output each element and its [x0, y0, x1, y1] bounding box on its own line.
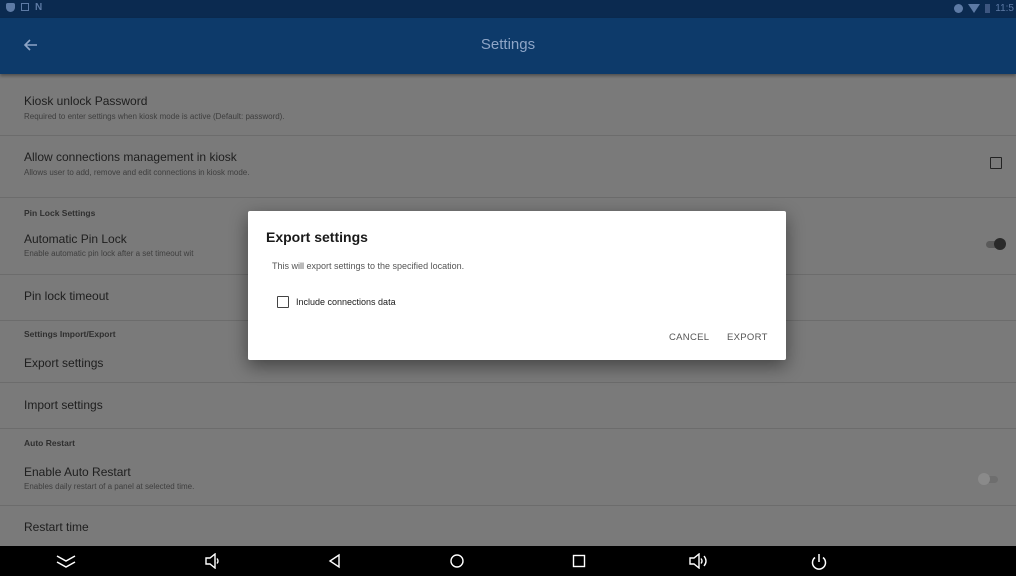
recents-icon[interactable] — [571, 553, 589, 569]
setting-auto-restart[interactable]: Enable Auto Restart Enables daily restar… — [0, 453, 1016, 506]
battery-icon — [985, 4, 991, 13]
setting-title: Pin lock timeout — [24, 289, 109, 303]
status-time: 11:5 — [995, 3, 1014, 14]
status-bar: N 11:5 — [0, 0, 1016, 18]
setting-title: Restart time — [24, 520, 89, 534]
home-icon[interactable] — [449, 553, 467, 569]
volume-down-icon[interactable] — [204, 552, 222, 570]
section-header: Auto Restart — [24, 438, 76, 448]
include-connections-checkbox[interactable] — [277, 296, 289, 308]
notification-icon — [21, 3, 29, 11]
allow-connections-checkbox[interactable] — [990, 157, 1002, 169]
volume-up-icon[interactable] — [688, 552, 710, 570]
setting-subtitle: Required to enter settings when kiosk mo… — [24, 112, 285, 121]
setting-title: Kiosk unlock Password — [24, 94, 148, 108]
back-icon[interactable] — [327, 553, 345, 569]
setting-title: Import settings — [24, 398, 103, 412]
dialog-message: This will export settings to the specifi… — [272, 261, 465, 271]
section-header: Pin Lock Settings — [24, 208, 96, 218]
app-bar: Settings — [0, 18, 1016, 74]
section-header: Settings Import/Export — [24, 329, 116, 339]
auto-restart-toggle[interactable] — [978, 473, 1000, 485]
dialog-title: Export settings — [266, 229, 368, 245]
setting-subtitle: Allows user to add, remove and edit conn… — [24, 168, 250, 177]
include-connections-label[interactable]: Include connections data — [296, 297, 396, 307]
cancel-button[interactable]: CANCEL — [669, 332, 709, 343]
setting-title: Enable Auto Restart — [24, 465, 131, 479]
setting-restart-time[interactable]: Restart time — [0, 506, 1016, 546]
n-icon: N — [35, 2, 43, 13]
navigation-bar — [0, 546, 1016, 576]
setting-title: Allow connections management in kiosk — [24, 150, 237, 164]
power-icon[interactable] — [810, 553, 828, 570]
setting-kiosk-password[interactable]: Kiosk unlock Password Required to enter … — [0, 74, 1016, 136]
setting-import[interactable]: Import settings — [0, 383, 1016, 429]
page-title: Settings — [480, 36, 536, 53]
chevron-down-icon[interactable] — [55, 553, 77, 569]
wifi-icon — [968, 4, 981, 13]
setting-subtitle: Enable automatic pin lock after a set ti… — [24, 249, 194, 258]
export-button[interactable]: EXPORT — [727, 332, 768, 343]
setting-subtitle: Enables daily restart of a panel at sele… — [24, 482, 195, 491]
auto-pin-lock-toggle[interactable] — [984, 238, 1006, 250]
shield-icon — [6, 3, 15, 12]
setting-allow-connections[interactable]: Allow connections management in kiosk Al… — [0, 136, 1016, 198]
export-settings-dialog: Export settings This will export setting… — [248, 211, 786, 360]
setting-title: Export settings — [24, 356, 104, 370]
do-not-disturb-icon — [954, 4, 964, 13]
setting-title: Automatic Pin Lock — [24, 232, 127, 246]
